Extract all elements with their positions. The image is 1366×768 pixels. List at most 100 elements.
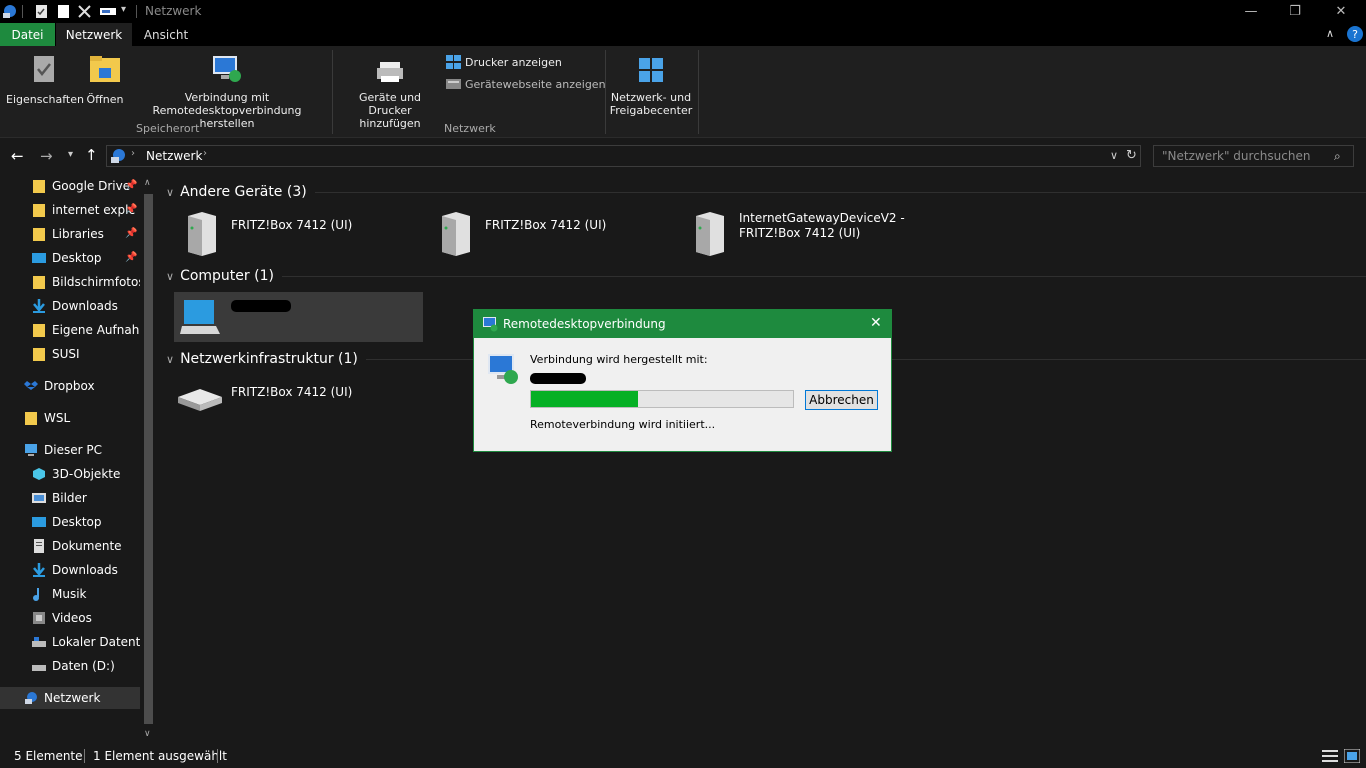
device-label: FRITZ!Box 7412 (UI) — [231, 218, 353, 232]
server-device-icon — [696, 212, 724, 256]
nav-label: Dieser PC — [44, 443, 102, 457]
printer-add-icon — [377, 62, 403, 82]
nav-item-downloads[interactable]: Downloads — [0, 559, 140, 581]
group-label: Netzwerkinfrastruktur (1) — [180, 351, 358, 367]
minimize-button[interactable]: — — [1228, 0, 1274, 23]
nav-item-desktop[interactable]: Desktop — [0, 511, 140, 533]
show-printers-button[interactable]: Drucker anzeigen — [446, 55, 562, 69]
network-icon — [25, 692, 37, 704]
up-button[interactable]: ↑ — [85, 146, 98, 164]
back-button[interactable]: ← — [11, 147, 24, 165]
forward-button[interactable]: → — [40, 147, 53, 165]
device-webpage-button[interactable]: Gerätewebseite anzeigen — [446, 77, 606, 91]
nav-item-susi[interactable]: SUSI — [0, 343, 140, 365]
nav-item-3d-objekte[interactable]: 3D-Objekte — [0, 463, 140, 485]
new-folder-quick-icon[interactable] — [56, 4, 71, 19]
folder-icon — [33, 204, 45, 217]
device-fritzbox-2[interactable]: FRITZ!Box 7412 (UI) — [434, 210, 674, 258]
folder-icon — [33, 228, 45, 241]
remote-desktop-label-1: Verbindung mit — [184, 91, 270, 104]
scroll-thumb[interactable] — [144, 194, 153, 724]
nav-label: Bilder — [52, 491, 87, 505]
rename-quick-icon[interactable] — [99, 4, 117, 19]
content-area: ∨ Andere Geräte (3) FRITZ!Box 7412 (UI) F… — [160, 174, 1366, 744]
nav-label: Dokumente — [52, 539, 122, 553]
pin-icon[interactable]: 📌 — [125, 180, 137, 191]
customize-quick-access-icon[interactable]: ▾ — [121, 4, 126, 15]
nav-item-google-drive[interactable]: Google Drive — [0, 175, 140, 197]
tab-netzwerk[interactable]: Netzwerk — [56, 23, 132, 46]
properties-button[interactable]: Eigenschaften — [6, 54, 84, 106]
drive-icon — [32, 665, 46, 671]
add-devices-button[interactable]: Geräte und Drucker hinzufügen — [338, 60, 442, 130]
nav-item-downloads-quick[interactable]: Downloads — [0, 295, 140, 317]
dialog-close-button[interactable]: ✕ — [870, 315, 882, 331]
collapse-chevron-icon[interactable]: ∨ — [166, 353, 174, 366]
refresh-icon[interactable]: ↻ — [1126, 148, 1137, 163]
nav-label: Libraries — [52, 227, 104, 241]
computer-item-selected[interactable] — [174, 292, 423, 342]
navigation-scrollbar[interactable]: ∧ ∨ — [140, 174, 157, 744]
nav-label: internet explc — [52, 203, 136, 217]
scroll-down-icon[interactable]: ∨ — [144, 729, 151, 739]
search-placeholder: "Netzwerk" durchsuchen — [1162, 149, 1311, 163]
pin-icon[interactable]: 📌 — [125, 228, 137, 239]
help-icon[interactable]: ? — [1347, 26, 1363, 42]
search-input[interactable]: "Netzwerk" durchsuchen ⌕ — [1153, 145, 1354, 167]
details-view-icon[interactable] — [1322, 749, 1338, 763]
nav-item-lokaler-datentraeger[interactable]: Lokaler Datenträ — [0, 631, 140, 653]
recent-locations-icon[interactable]: ▾ — [68, 149, 73, 160]
nav-item-internet-explorer[interactable]: internet explc — [0, 199, 140, 221]
close-window-button[interactable]: ✕ — [1318, 0, 1364, 23]
nav-item-videos[interactable]: Videos — [0, 607, 140, 629]
nav-item-wsl[interactable]: WSL — [0, 407, 140, 429]
nav-item-desktop-quick[interactable]: Desktop — [0, 247, 140, 269]
nav-label: WSL — [44, 411, 71, 425]
nav-item-daten-d[interactable]: Daten (D:) — [0, 655, 140, 677]
nav-item-libraries[interactable]: Libraries — [0, 223, 140, 245]
network-center-button[interactable]: Netzwerk- und Freigabecenter — [608, 56, 694, 117]
nav-item-musik[interactable]: Musik — [0, 583, 140, 605]
pin-icon[interactable]: 📌 — [125, 252, 137, 263]
redacted-computer-name — [231, 300, 291, 312]
search-icon[interactable]: ⌕ — [1334, 149, 1341, 164]
folder-icon — [25, 412, 37, 425]
nav-label: Eigene Aufnahm — [52, 323, 140, 337]
server-device-icon — [188, 212, 216, 256]
nav-item-dokumente[interactable]: Dokumente — [0, 535, 140, 557]
open-button[interactable]: Öffnen — [84, 54, 126, 106]
delete-quick-icon[interactable] — [77, 4, 92, 19]
maximize-button[interactable]: ❐ — [1272, 0, 1318, 23]
properties-label: Eigenschaften — [6, 93, 84, 106]
group-header-andere-geraete[interactable]: ∨ Andere Geräte (3) — [166, 184, 1366, 200]
infrastructure-fritzbox[interactable]: FRITZ!Box 7412 (UI) — [174, 377, 414, 421]
group-header-computer[interactable]: ∨ Computer (1) — [166, 268, 1366, 284]
music-note-icon — [33, 588, 39, 601]
address-dropdown-icon[interactable]: ∨ — [1110, 149, 1118, 162]
collapse-chevron-icon[interactable]: ∨ — [166, 186, 174, 199]
nav-item-bildschirmfotos[interactable]: Bildschirmfotos — [0, 271, 140, 293]
tab-ansicht[interactable]: Ansicht — [132, 23, 200, 46]
breadcrumb-netzwerk[interactable]: Netzwerk — [146, 149, 202, 163]
nav-item-netzwerk[interactable]: Netzwerk — [0, 687, 140, 709]
cancel-button[interactable]: Abbrechen — [805, 390, 878, 410]
nav-item-dieser-pc[interactable]: Dieser PC — [0, 439, 140, 461]
pictures-icon — [32, 493, 46, 503]
pin-icon[interactable]: 📌 — [125, 204, 137, 215]
device-fritzbox-1[interactable]: FRITZ!Box 7412 (UI) — [180, 210, 420, 258]
show-printers-label: Drucker anzeigen — [465, 55, 562, 69]
address-bar[interactable]: › Netzwerk › ∨ ↻ — [106, 145, 1141, 167]
nav-item-bilder[interactable]: Bilder — [0, 487, 140, 509]
scroll-up-icon[interactable]: ∧ — [144, 178, 151, 188]
nav-item-dropbox[interactable]: Dropbox — [0, 375, 140, 397]
properties-quick-icon[interactable] — [34, 4, 49, 19]
collapse-ribbon-icon[interactable]: ∧ — [1326, 27, 1334, 40]
nav-item-eigene-aufnahmen[interactable]: Eigene Aufnahm — [0, 319, 140, 341]
nav-label: Daten (D:) — [52, 659, 115, 673]
collapse-chevron-icon[interactable]: ∨ — [166, 270, 174, 283]
nav-label: SUSI — [52, 347, 80, 361]
device-internet-gateway[interactable]: InternetGatewayDeviceV2 - FRITZ!Box 7412… — [688, 210, 938, 258]
remote-desktop-button[interactable]: Verbindung mit Remotedesktopverbindung h… — [128, 54, 326, 130]
tab-datei[interactable]: Datei — [0, 23, 55, 46]
large-icons-view-icon[interactable] — [1344, 749, 1360, 763]
